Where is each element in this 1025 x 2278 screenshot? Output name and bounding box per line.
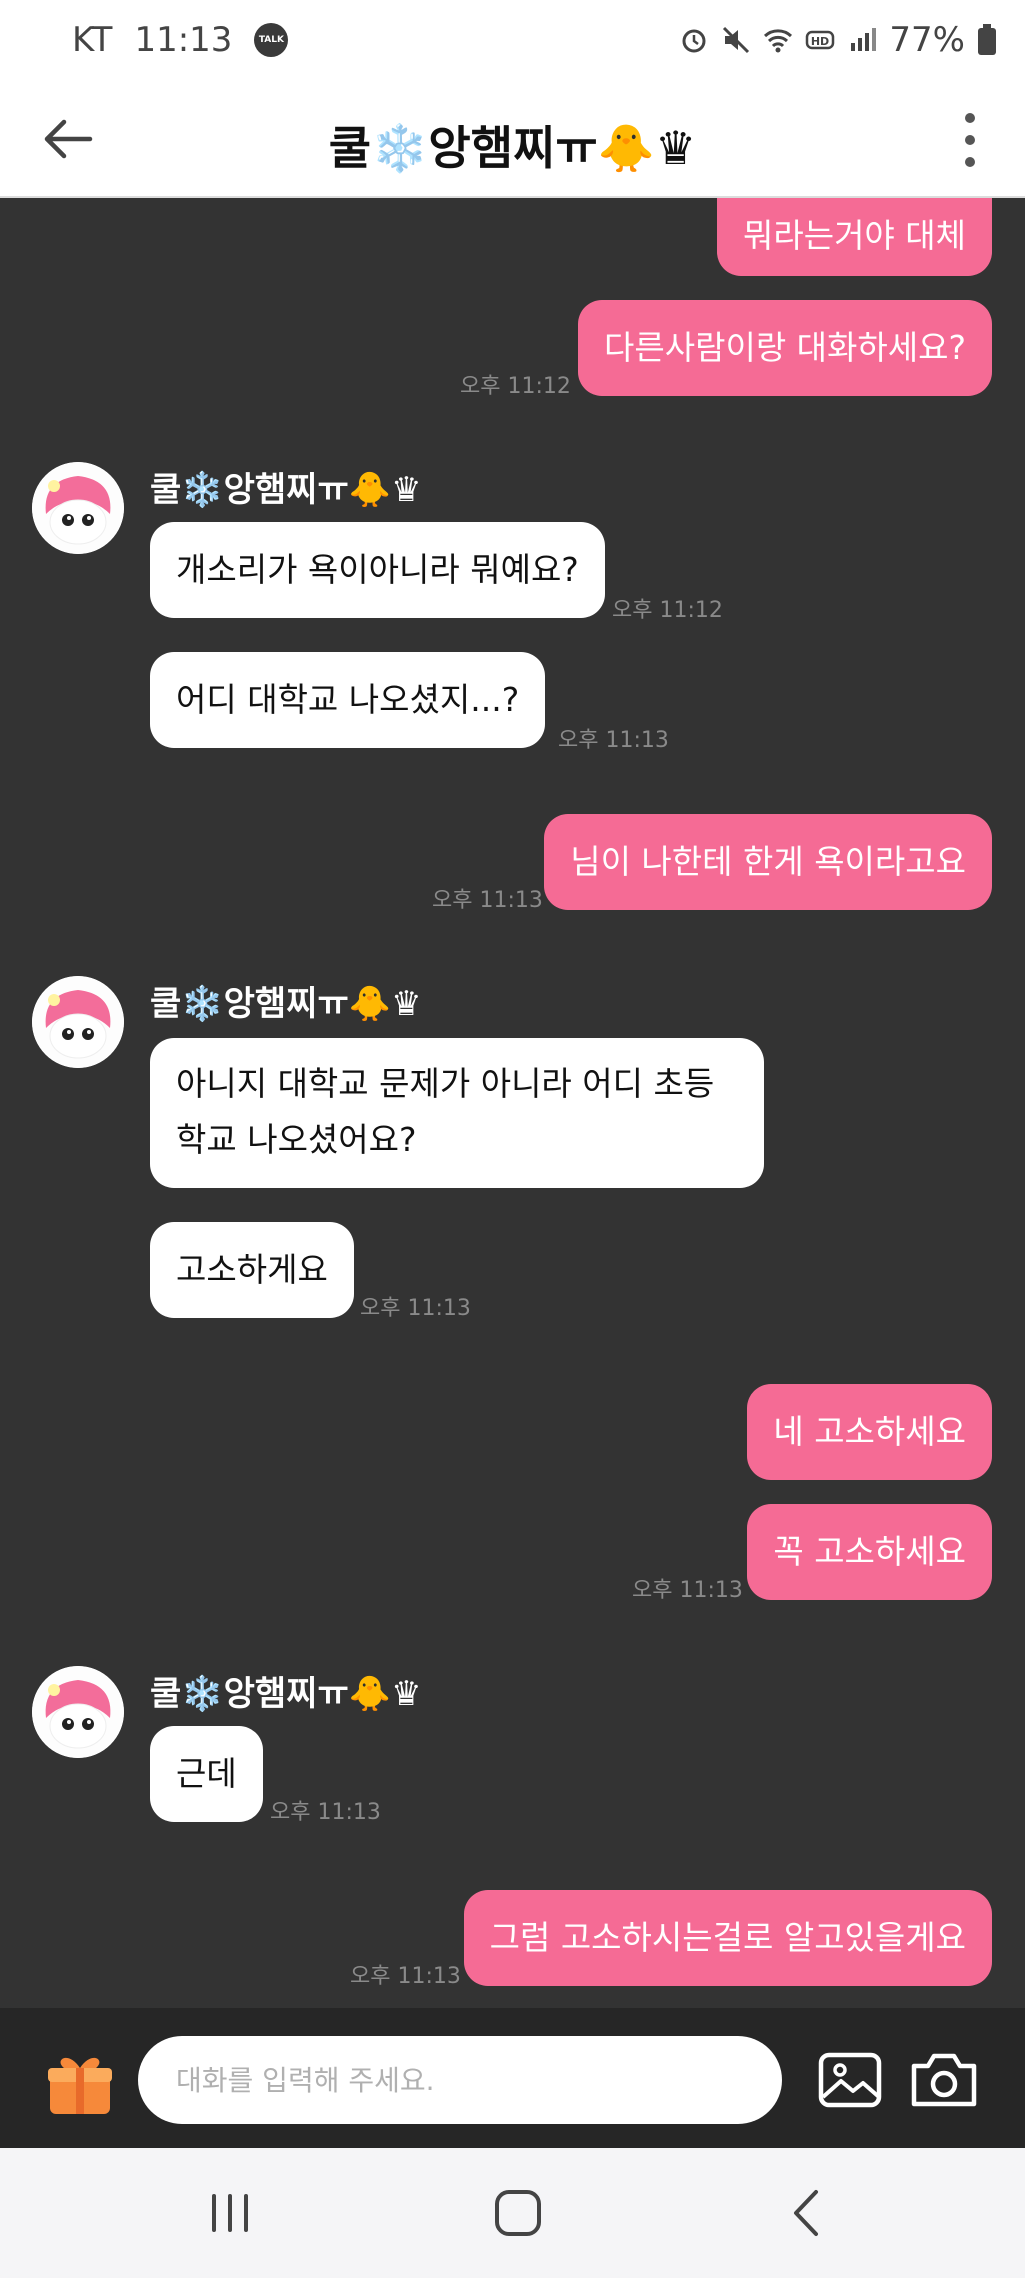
clock: 11:13 bbox=[134, 20, 233, 60]
melody-avatar-icon bbox=[32, 1666, 124, 1758]
sender-name: 쿨❄️앙햄찌ㅠ🐥♛ bbox=[150, 984, 422, 1024]
talk-notification-icon: TALK bbox=[254, 23, 289, 57]
message-bubble-mine[interactable]: 꼭 고소하세요 bbox=[747, 1504, 992, 1600]
message-time: 오후 11:13 bbox=[432, 888, 543, 913]
message-bubble-mine[interactable]: 뭐라는거야 대체 bbox=[716, 198, 992, 276]
melody-avatar-icon bbox=[32, 462, 124, 554]
image-icon[interactable] bbox=[818, 2052, 882, 2108]
system-nav-bar bbox=[0, 2148, 1025, 2278]
message-bubble-theirs[interactable]: 어디 대학교 나오셨지...? bbox=[150, 652, 546, 748]
chat-title: 쿨❄️앙햄찌ㅠ🐥♛ bbox=[328, 121, 697, 175]
sender-name: 쿨❄️앙햄찌ㅠ🐥♛ bbox=[150, 1674, 422, 1714]
message-time: 오후 11:13 bbox=[632, 1578, 743, 1603]
chat-area[interactable]: 뭐라는거야 대체 다른사람이랑 대화하세요? 오후 11:12 쿨❄️앙햄찌ㅠ🐥… bbox=[0, 198, 1025, 2006]
melody-avatar-icon bbox=[32, 976, 124, 1068]
message-bubble-mine[interactable]: 그럼 고소하시는걸로 알고있을게요 bbox=[463, 1890, 992, 1986]
signal-icon bbox=[851, 28, 877, 51]
message-bubble-theirs[interactable]: 고소하게요 bbox=[150, 1222, 354, 1318]
message-time: 오후 11:13 bbox=[360, 1296, 471, 1321]
home-icon[interactable] bbox=[489, 2186, 549, 2240]
message-input[interactable] bbox=[138, 2036, 782, 2124]
message-time: 오후 11:12 bbox=[612, 598, 723, 623]
status-bar: KT 11:13 TALK HD 77% bbox=[0, 0, 1025, 82]
recent-apps-icon[interactable] bbox=[200, 2186, 260, 2240]
battery-percent: 77% bbox=[889, 20, 965, 60]
message-bubble-theirs[interactable]: 근데 bbox=[150, 1726, 263, 1822]
message-time: 오후 11:12 bbox=[460, 374, 571, 399]
gift-icon[interactable] bbox=[44, 2046, 116, 2118]
battery-icon bbox=[978, 24, 996, 55]
avatar[interactable] bbox=[32, 976, 124, 1068]
mute-icon bbox=[723, 26, 750, 54]
message-time: 오후 11:13 bbox=[270, 1800, 381, 1825]
more-vertical-icon[interactable] bbox=[955, 110, 985, 170]
alarm-icon bbox=[682, 29, 706, 53]
camera-icon[interactable] bbox=[908, 2050, 980, 2110]
hd-voice-icon: HD bbox=[806, 30, 835, 50]
sender-name: 쿨❄️앙햄찌ㅠ🐥♛ bbox=[150, 470, 422, 510]
message-bubble-mine[interactable]: 다른사람이랑 대화하세요? bbox=[578, 300, 992, 396]
message-bubble-mine[interactable]: 네 고소하세요 bbox=[747, 1384, 992, 1480]
carrier-label: KT bbox=[72, 20, 113, 60]
message-input-bar bbox=[0, 2008, 1025, 2148]
message-bubble-theirs[interactable]: 아니지 대학교 문제가 아니라 어디 초등학교 나오셨어요? bbox=[150, 1038, 764, 1188]
message-time: 오후 11:13 bbox=[350, 1964, 461, 1989]
svg-text:HD: HD bbox=[811, 35, 829, 48]
wifi-icon bbox=[764, 29, 793, 53]
avatar[interactable] bbox=[32, 1666, 124, 1758]
message-time: 오후 11:13 bbox=[558, 728, 669, 753]
message-bubble-mine[interactable]: 님이 나한테 한게 욕이라고요 bbox=[544, 814, 992, 910]
chat-header: 쿨❄️앙햄찌ㅠ🐥♛ bbox=[0, 82, 1025, 198]
message-bubble-theirs[interactable]: 개소리가 욕이아니라 뭐예요? bbox=[150, 522, 605, 618]
avatar[interactable] bbox=[32, 462, 124, 554]
nav-back-icon[interactable] bbox=[778, 2186, 838, 2240]
